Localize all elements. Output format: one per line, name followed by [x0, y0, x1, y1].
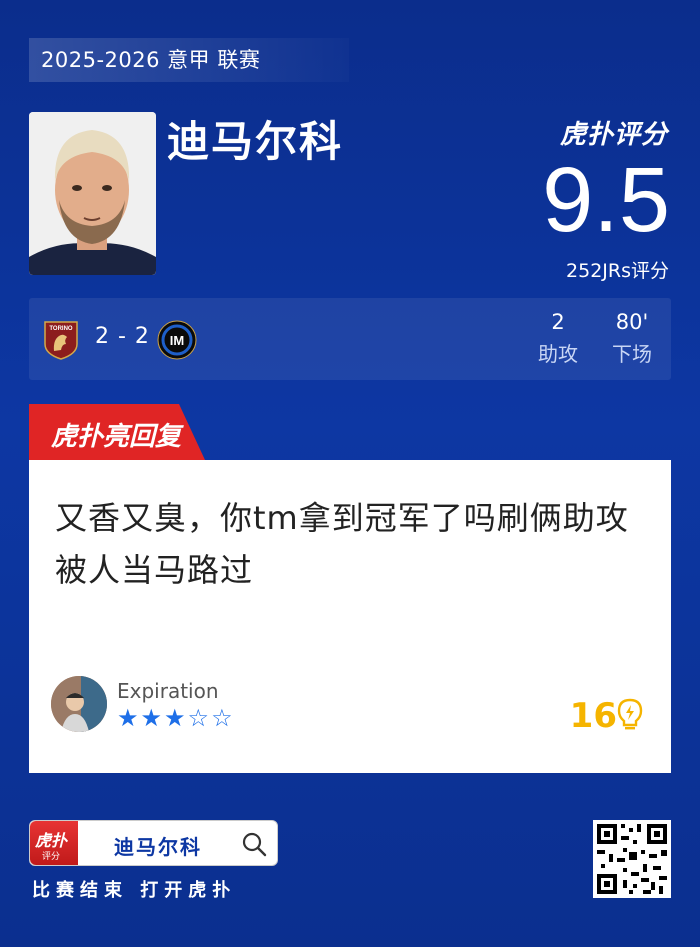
assists-label: 助攻	[538, 342, 578, 366]
substituted-value: 80'	[615, 310, 649, 334]
comment-text: 又香又臭，你tm拿到冠军了吗刷俩助攻被人当马路过	[55, 499, 629, 589]
highlight-reply-tag: 虎扑亮回复	[29, 404, 205, 460]
substituted-label: 下场	[612, 342, 652, 366]
player-name: 迪马尔科	[167, 117, 344, 166]
search-icon[interactable]	[241, 831, 267, 861]
torino-crest-text: TORINO	[49, 326, 73, 332]
hupu-app-icon: 虎扑 评分	[30, 821, 78, 865]
inter-crest-icon: IM	[157, 320, 197, 364]
substituted-stat: 80' 下场	[602, 310, 662, 367]
search-query: 迪马尔科	[114, 835, 202, 859]
league-label: 2025-2026 意甲 联赛	[29, 38, 349, 82]
assists-value: 2	[551, 310, 565, 334]
app-icon-name: 虎扑	[35, 831, 68, 850]
like-count: 16	[569, 696, 617, 736]
rating-brand-logo: 虎扑评分	[559, 120, 668, 150]
search-bar[interactable]: 虎扑 评分 迪马尔科	[29, 820, 278, 866]
comment-username[interactable]: Expiration	[117, 679, 219, 703]
player-photo	[29, 112, 156, 275]
open-app-cta[interactable]: 比赛结束 打开虎扑	[32, 876, 236, 902]
app-icon-sub: 评分	[42, 852, 61, 862]
avatar[interactable]	[51, 676, 107, 732]
comment-star-rating: ★★★☆☆	[117, 704, 235, 732]
svg-text:IM: IM	[170, 333, 184, 348]
rating-votes: 252JRs评分	[566, 260, 669, 282]
torino-crest-icon: TORINO	[43, 320, 79, 364]
highlight-reply-label: 虎扑亮回复	[51, 422, 182, 452]
qr-code	[593, 820, 671, 898]
assists-stat: 2 助攻	[528, 310, 588, 367]
comment-card[interactable]: 又香又臭，你tm拿到冠军了吗刷俩助攻被人当马路过 Expiration ★★★☆…	[29, 460, 671, 773]
match-score: 2 - 2	[95, 324, 150, 349]
rating-score: 9.5	[542, 149, 670, 251]
lightbulb-icon[interactable]	[617, 698, 643, 736]
match-summary: TORINO 2 - 2 IM 2 助攻 80' 下场	[29, 298, 671, 380]
